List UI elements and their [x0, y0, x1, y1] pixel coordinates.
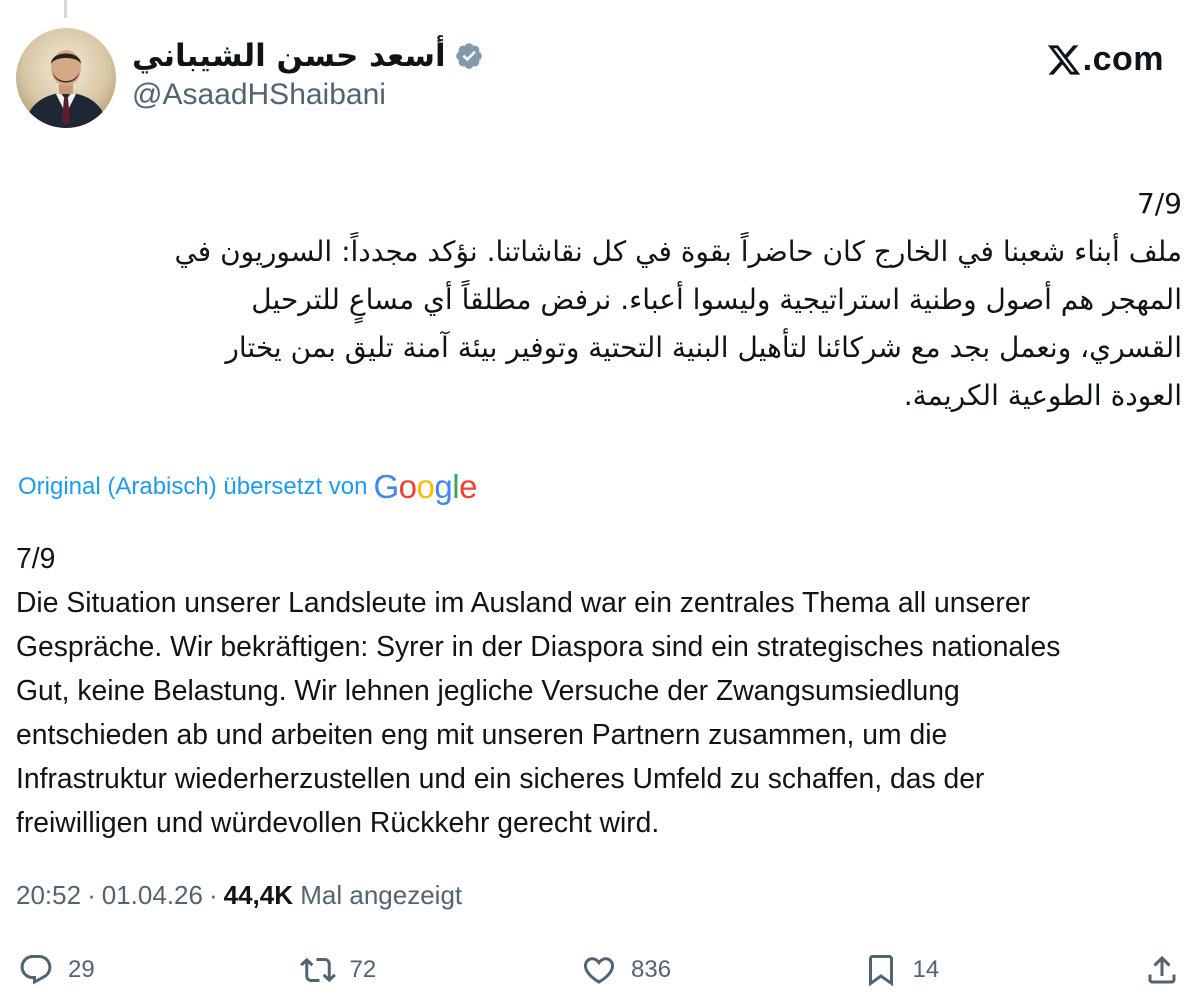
- share-button[interactable]: [1144, 952, 1180, 988]
- translation-attribution[interactable]: Original (Arabisch) übersetzt von Google: [18, 468, 477, 506]
- original-line: العودة الطوعية الكريمة.: [903, 379, 1182, 412]
- action-bar: 29 72 836 14: [18, 948, 1180, 992]
- view-count-label: Mal angezeigt: [300, 880, 463, 910]
- author-handle[interactable]: @AsaadHShaibani: [132, 78, 484, 112]
- tweet-original-text: 7/9 ملف أبناء شعبنا في الخارج كان حاضراً…: [16, 180, 1182, 420]
- original-line: القسري، ونعمل بجد مع شركائنا لتأهيل البن…: [225, 331, 1182, 364]
- meta-separator: ·: [208, 880, 218, 910]
- name-row: أسعد حسن الشيباني: [132, 38, 484, 74]
- translated-line: Gespräche. Wir bekräftigen: Syrer in der…: [16, 630, 1061, 662]
- repost-button[interactable]: 72: [299, 952, 400, 988]
- repost-icon: [299, 957, 336, 983]
- like-button[interactable]: 836: [581, 952, 681, 988]
- verified-badge-icon: [454, 41, 484, 71]
- share-icon: [1148, 955, 1176, 984]
- like-count: 836: [631, 956, 672, 983]
- avatar[interactable]: [16, 28, 116, 128]
- bookmark-count: 14: [912, 956, 940, 983]
- author-display-name[interactable]: أسعد حسن الشيباني: [132, 38, 446, 74]
- original-line: المهجر هم أصول وطنية استراتيجية وليسوا أ…: [251, 283, 1182, 316]
- translated-line: Die Situation unserer Landsleute im Ausl…: [16, 586, 1031, 618]
- avatar-image: [16, 28, 116, 128]
- tweet-date[interactable]: 01.04.26: [102, 880, 203, 910]
- reply-icon: [20, 955, 52, 985]
- reply-button[interactable]: 29: [18, 952, 118, 988]
- x-logo-icon: [1047, 44, 1080, 75]
- tweet-time[interactable]: 20:52: [16, 880, 81, 910]
- translated-counter: 7/9: [16, 542, 56, 574]
- translated-line: Gut, keine Belastung. Wir lehnen jeglich…: [16, 674, 960, 706]
- translated-line: freiwilligen und würdevollen Rückkehr ge…: [16, 806, 660, 838]
- tweet-meta: 20:52 · 01.04.26 · 44,4K Mal angezeigt: [16, 880, 462, 911]
- source-watermark: .com: [1045, 40, 1164, 79]
- tweet-header: أسعد حسن الشيباني @AsaadHShaibani .com: [16, 28, 1184, 128]
- translated-line: Infrastruktur wiederherzustellen und ein…: [16, 762, 985, 794]
- meta-separator: ·: [87, 880, 96, 910]
- author-block: أسعد حسن الشيباني @AsaadHShaibani: [132, 38, 484, 112]
- bookmark-icon: [868, 955, 893, 987]
- thread-connector-line: [64, 0, 67, 18]
- tweet-translated-text: 7/9 Die Situation unserer Landsleute im …: [16, 536, 1186, 844]
- bookmark-button[interactable]: 14: [863, 952, 963, 988]
- original-line: ملف أبناء شعبنا في الخارج كان حاضراً بقو…: [174, 235, 1182, 268]
- heart-icon: [583, 957, 615, 984]
- source-domain: .com: [1082, 40, 1164, 78]
- repost-count: 72: [349, 956, 377, 983]
- reply-count: 29: [68, 956, 95, 983]
- original-counter: 7/9: [1136, 187, 1182, 220]
- google-logo: Google: [373, 468, 477, 505]
- translated-line: entschieden ab und arbeiten eng mit unse…: [16, 718, 948, 750]
- translation-label[interactable]: Original (Arabisch) übersetzt von: [18, 473, 367, 501]
- view-count: 44,4K: [223, 880, 294, 910]
